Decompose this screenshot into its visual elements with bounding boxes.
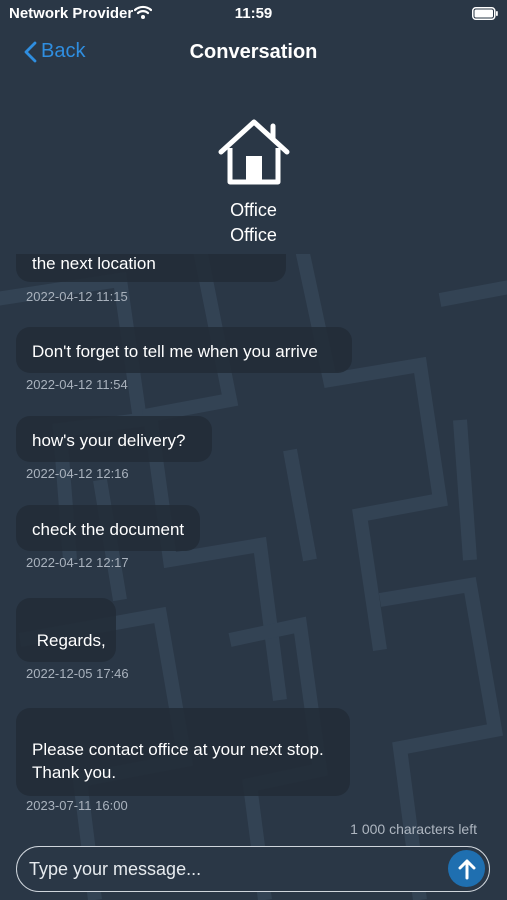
contact-name-line2: Office xyxy=(230,225,277,245)
contact-name: Office Office xyxy=(0,198,507,248)
send-button[interactable] xyxy=(448,850,485,887)
contact-name-line1: Office xyxy=(230,200,277,220)
navigation-bar: Back Conversation xyxy=(0,32,507,76)
message-input[interactable] xyxy=(27,853,441,885)
clock: 11:59 xyxy=(234,5,273,22)
message-text: check the document xyxy=(32,520,185,539)
message-text: Don't forget to tell me when you arrive xyxy=(32,342,318,361)
message-timestamp: 2022-12-05 17:46 xyxy=(26,666,129,681)
status-bar: Network Provider 11:59 xyxy=(0,0,507,28)
message-text: Regards, xyxy=(32,631,106,650)
message-timestamp: 2022-04-12 12:17 xyxy=(26,555,129,570)
battery-icon xyxy=(472,7,498,20)
message-timestamp: 2022-04-12 12:16 xyxy=(26,466,129,481)
message-text: Please contact office at your next stop.… xyxy=(32,740,324,782)
message-text: how's your delivery? xyxy=(32,431,186,450)
message-composer xyxy=(16,846,490,892)
characters-left-counter: 1 000 characters left xyxy=(350,821,477,837)
message-timestamp: 2023-07-11 16:00 xyxy=(26,798,128,813)
home-icon xyxy=(218,119,290,185)
arrow-up-icon xyxy=(458,859,475,879)
message-timestamp: 2022-04-12 11:15 xyxy=(26,289,128,304)
contact-header: Office Office xyxy=(0,76,507,254)
message-text: the next location xyxy=(32,254,156,273)
page-title: Conversation xyxy=(189,41,318,63)
message-timestamp: 2022-04-12 11:54 xyxy=(26,377,128,392)
